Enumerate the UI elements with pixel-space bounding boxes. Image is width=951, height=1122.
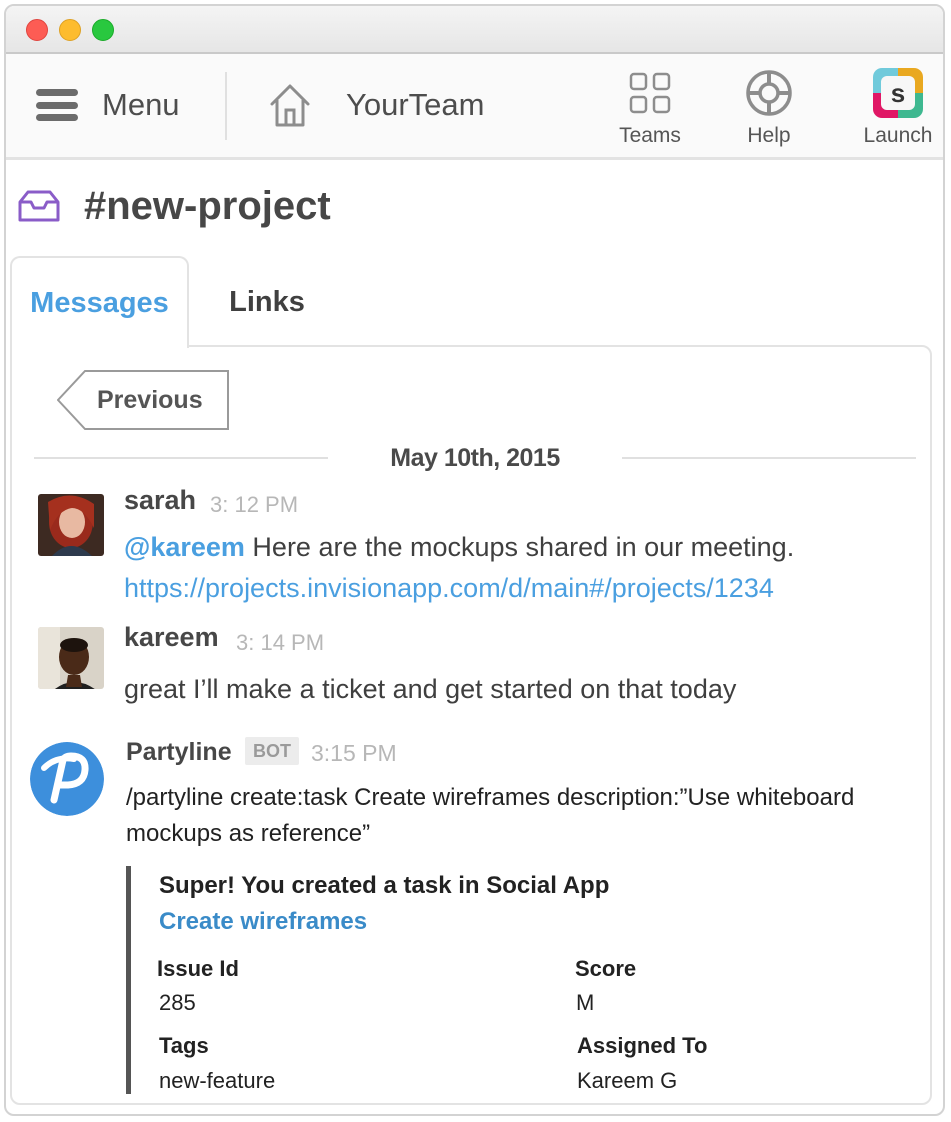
bot-attachment: Super! You created a task in Social App … [126,866,886,1094]
partyline-logo-icon [30,742,104,816]
channel-title: #new-project [84,183,331,228]
lifebuoy-icon [746,70,792,116]
message-link[interactable]: https://projects.invisionapp.com/d/main#… [124,573,774,604]
grid-icon [629,72,671,114]
avatar[interactable] [38,627,104,689]
tab-links[interactable]: Links [212,256,322,348]
channel-header: #new-project [16,178,331,234]
message-body: Here are the mockups shared in our meeti… [244,532,795,562]
teams-label: Teams [619,124,681,147]
previous-button[interactable]: Previous [57,370,229,430]
avatar[interactable] [38,494,104,556]
window-titlebar [6,6,943,54]
user-mention[interactable]: @kareem [124,532,245,562]
field-value-tags: new-feature [159,1068,276,1093]
help-label: Help [747,124,791,147]
field-value-score: M [576,990,595,1015]
previous-label: Previous [97,386,203,414]
team-name: YourTeam [346,87,485,122]
launch-logo-letter: s [881,76,915,110]
message-timestamp: 3:15 PM [311,740,397,766]
message-author[interactable]: Partyline [126,738,232,767]
message-body: /partyline create:task Create wireframes… [126,784,855,847]
field-value-assigned-to: Kareem G [577,1068,678,1093]
home-icon [270,84,310,127]
menu-button[interactable]: Menu [36,82,180,128]
topbar-divider [225,72,227,140]
menu-label: Menu [102,87,180,122]
field-label-tags: Tags [159,1033,209,1058]
launch-button[interactable]: s Launch [853,66,943,148]
teams-button[interactable]: Teams [605,66,695,148]
launch-label: Launch [863,124,933,147]
team-home-button[interactable]: YourTeam [268,80,484,130]
message-body: great I’ll make a ticket and get started… [124,674,737,704]
tab-messages[interactable]: Messages [10,256,189,348]
message-timestamp: 3: 14 PM [236,630,325,655]
field-value-issue-id: 285 [159,990,196,1015]
minimize-window-button[interactable] [59,19,81,41]
top-navigation-bar: Menu YourTeam Teams Help s Launch [6,54,943,160]
date-divider-line-left [34,457,328,459]
field-label-score: Score [575,956,637,981]
close-window-button[interactable] [26,19,48,41]
field-label-assigned-to: Assigned To [577,1033,708,1058]
hamburger-icon [36,89,78,121]
help-button[interactable]: Help [724,66,814,148]
inbox-icon [18,190,60,222]
field-label-issue-id: Issue Id [157,956,239,981]
message-timestamp: 3: 12 PM [210,492,299,517]
date-divider: May 10th, 2015 [390,444,560,472]
avatar[interactable] [30,742,104,816]
slack-logo-icon: s [873,68,923,118]
message-author[interactable]: kareem [124,622,219,653]
date-divider-line-right [622,457,916,459]
message-text: @kareem Here are the mockups shared in o… [124,532,794,563]
maximize-window-button[interactable] [92,19,114,41]
attachment-title: Super! You created a task in Social App [159,872,610,899]
bot-badge: BOT [245,737,299,765]
attachment-link[interactable]: Create wireframes [159,908,367,936]
message-author[interactable]: sarah [124,485,196,516]
